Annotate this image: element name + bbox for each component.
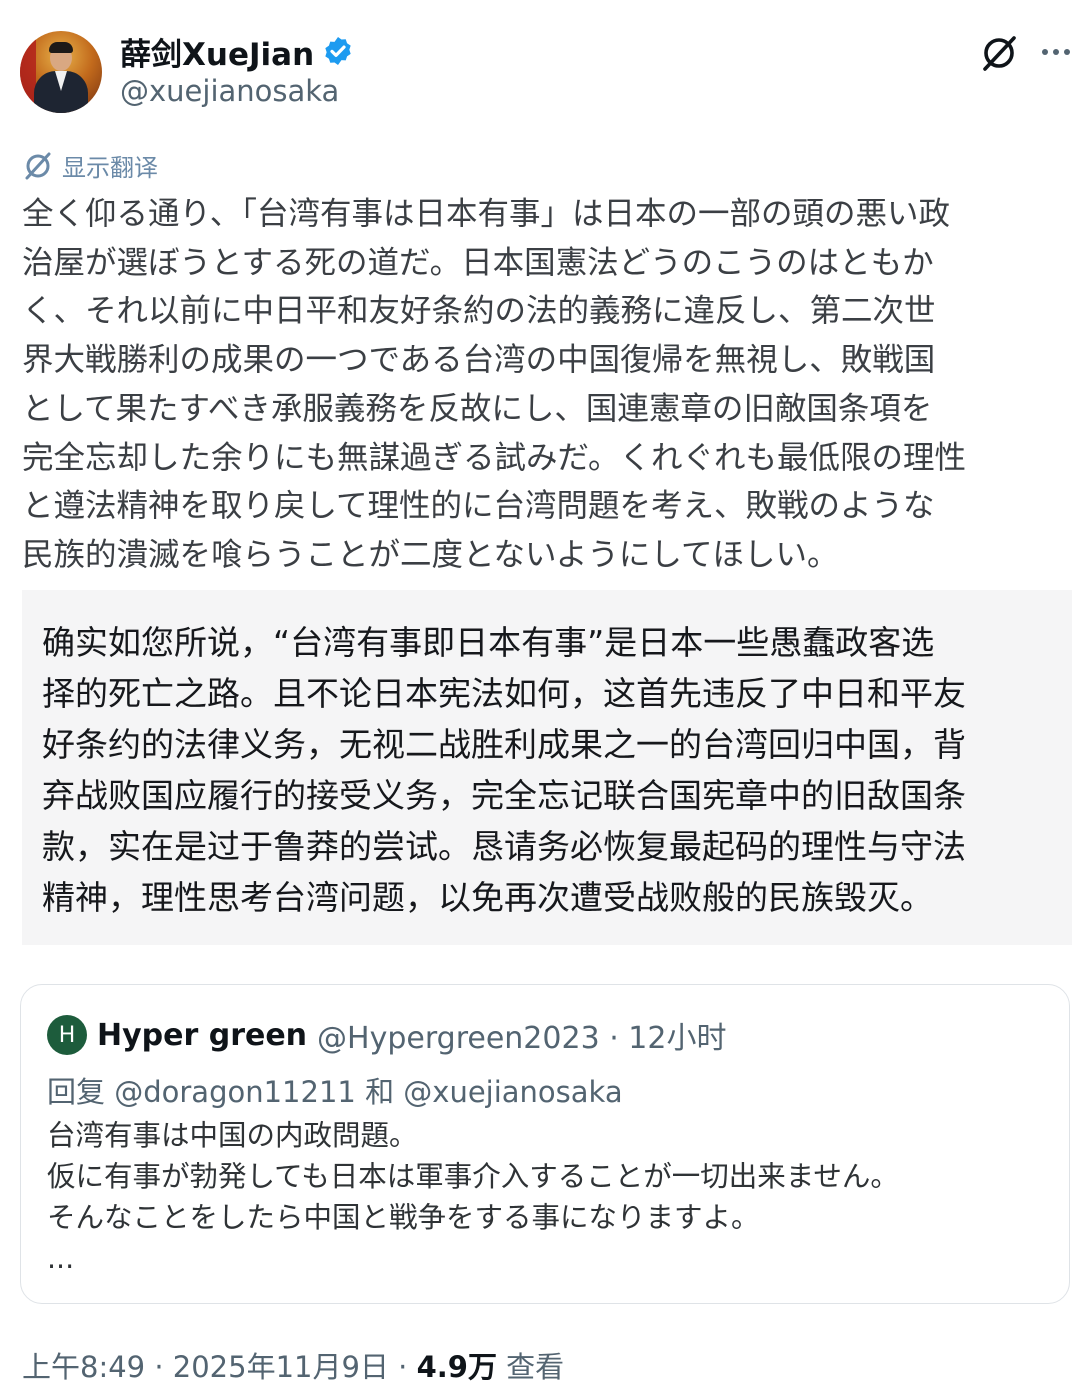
grok-icon: [983, 36, 1016, 71]
author-name[interactable]: 薛剑XueJian: [120, 29, 314, 74]
post-text-line: 全く仰る通り、「台湾有事は日本有事」は日本の一部の頭の悪い政: [22, 196, 950, 232]
quoted-post-card[interactable]: H Hyper green @Hypergreen2023 · 12小时 回复 …: [20, 984, 1070, 1304]
translation-box: 确实如您所说，“台湾有事即日本有事”是日本一些愚蠢政客选 择的死亡之路。且不论日…: [22, 590, 1072, 945]
post-text-line: 治屋が選ぼうとする死の道だ。日本国憲法どうのこうのはともか: [22, 244, 934, 281]
translation-line: 好条约的法律义务，无视二战胜利成果之一的台湾回归中国，背: [42, 725, 966, 764]
quoted-author-meta: @Hypergreen2023 · 12小时: [317, 1021, 727, 1056]
translation-line: 款，实在是过于鲁莽的尝试。恳请务必恢复最起码的理性与守法: [42, 827, 966, 866]
show-translation-link[interactable]: 显示翻译: [22, 148, 158, 183]
post-text-line: く、それ以前に中日平和友好条約の法的義務に違反し、第二次世: [22, 293, 936, 330]
post-text-line: 民族的潰滅を喰らうことが二度とないようにしてほしい。: [22, 536, 839, 573]
post-text-line: と遵法精神を取り戻して理性的に台湾問題を考え、敗戦のような: [22, 488, 935, 525]
more-options-button[interactable]: [1038, 34, 1072, 70]
verified-badge-icon: [325, 37, 351, 65]
translation-text: 确实如您所说，“台湾有事即日本有事”是日本一些愚蠢政客选 择的死亡之路。且不论日…: [42, 617, 1052, 923]
avatar-hair: [49, 42, 73, 53]
quoted-post-text: 台湾有事は中国の内政問題。 仮に有事が勃発しても日本は軍事介入することが一切出来…: [47, 1115, 899, 1279]
post-timestamp-views: 上午8:49 · 2025年11月9日 · 4.9万 查看: [22, 1344, 564, 1386]
more-dot-icon: [1042, 49, 1048, 55]
post-timestamp[interactable]: 上午8:49 · 2025年11月9日 ·: [22, 1350, 417, 1384]
quoted-reply-to: 回复 @doragon11211 和 @xuejianosaka: [47, 1075, 623, 1109]
translation-line: 择的死亡之路。且不论日本宪法如何，这首先违反了中日和平友: [42, 674, 966, 713]
quoted-post-header: H Hyper green @Hypergreen2023 · 12小时: [47, 1015, 727, 1056]
view-count: 4.9万: [416, 1350, 497, 1384]
post-text: 全く仰る通り、「台湾有事は日本有事」は日本の一部の頭の悪い政 治屋が選ぼうとする…: [22, 190, 1072, 580]
author-avatar[interactable]: [20, 31, 102, 113]
translation-line: 精神，理性思考台湾问题，以免再次遭受战败般的民族毁灭。: [42, 878, 933, 917]
quoted-text-line: 台湾有事は中国の内政問題。: [47, 1119, 418, 1152]
show-translation-label: 显示翻译: [62, 154, 158, 182]
translation-line: 确实如您所说，“台湾有事即日本有事”是日本一些愚蠢政客选: [42, 623, 935, 662]
more-dot-icon: [1064, 49, 1070, 55]
translation-line: 弃战败国应履行的接受义务，完全忘记联合国宪章中的旧敌国条: [42, 776, 966, 815]
quoted-text-ellipsis: ...: [47, 1242, 75, 1275]
quoted-text-line: そんなことをしたら中国と戦争をする事になりますよ。: [47, 1201, 760, 1234]
author-name-row: 薛剑XueJian: [120, 29, 354, 74]
post-text-line: として果たすべき承服義務を反故にし、国連憲章の旧敵国条項を: [22, 390, 933, 427]
quoted-text-line: 仮に有事が勃発しても日本は軍事介入することが一切出来ません。: [47, 1160, 899, 1193]
views-label: 查看: [496, 1350, 565, 1384]
grok-translate-icon: [25, 152, 51, 179]
post-text-line: 完全忘却した余りにも無謀過ぎる試みだ。くれぐれも最低限の理性: [22, 439, 967, 476]
quoted-author-name[interactable]: Hyper green: [97, 1018, 307, 1053]
more-dot-icon: [1053, 49, 1059, 55]
quoted-author-avatar[interactable]: H: [47, 1015, 87, 1055]
grok-button[interactable]: [978, 32, 1020, 74]
author-handle[interactable]: @xuejianosaka: [120, 74, 339, 108]
post-text-line: 界大戦勝利の成果の一つである台湾の中国復帰を無視し、敗戦国: [22, 342, 936, 379]
